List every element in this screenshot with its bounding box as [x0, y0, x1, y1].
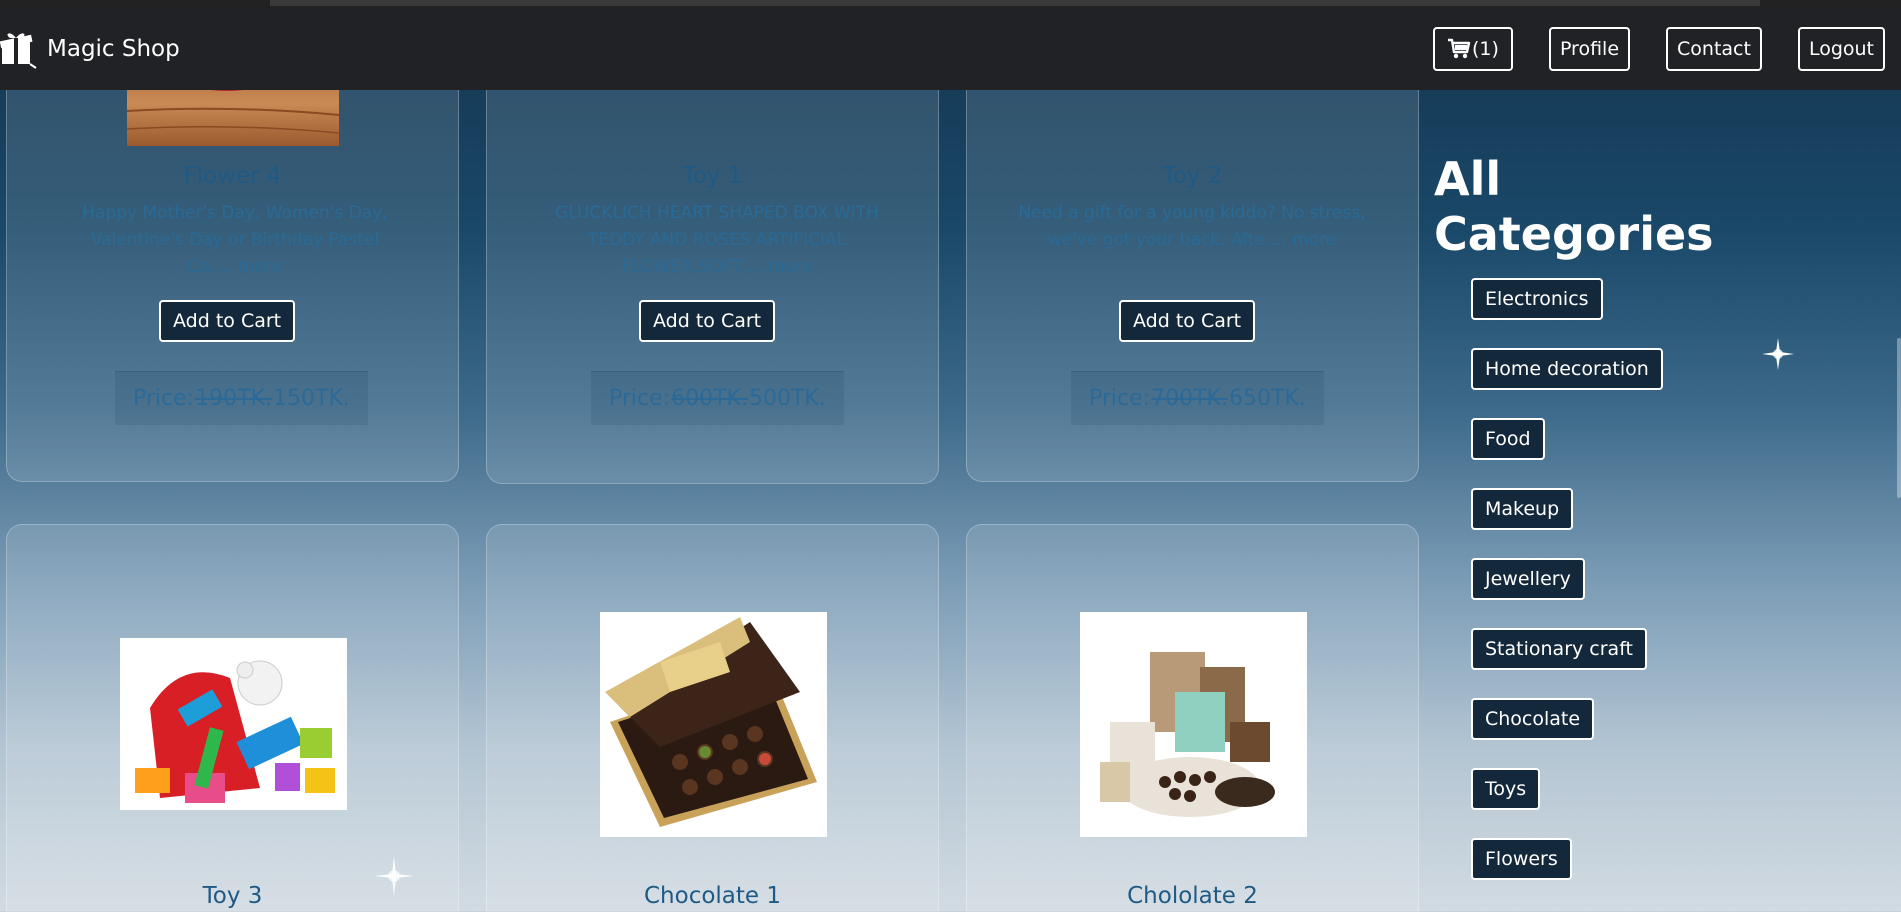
brand-name: Magic Shop: [47, 36, 180, 62]
cart-count: (1): [1472, 38, 1499, 60]
brand[interactable]: Magic Shop: [0, 28, 180, 70]
add-to-cart-button[interactable]: Add to Cart: [1119, 300, 1256, 342]
product-title: Chocolate 1: [643, 883, 782, 909]
new-price: 650TK.: [1228, 386, 1306, 411]
contact-button[interactable]: Contact: [1666, 27, 1762, 71]
product-card: Chocolate 1: [486, 524, 939, 912]
add-to-cart-button[interactable]: Add to Cart: [159, 300, 296, 342]
category-stationary-craft[interactable]: Stationary craft: [1471, 628, 1647, 670]
new-price: 150TK.: [272, 386, 350, 411]
product-card: Flower 4 Happy Mother's Day, Women's Day…: [6, 60, 459, 482]
old-price: 600TK.: [671, 386, 748, 411]
old-price: 700TK.: [1151, 386, 1228, 411]
cart-button[interactable]: (1): [1433, 27, 1513, 71]
product-card: Chololate 2: [966, 524, 1419, 912]
more-link[interactable]: more: [1292, 230, 1336, 250]
product-image: [120, 638, 347, 810]
product-image: [1080, 612, 1307, 837]
sparkle-icon: [374, 856, 414, 896]
old-price: 190TK.: [195, 386, 272, 411]
product-price: Price: 190TK. 150TK.: [115, 371, 368, 425]
category-toys[interactable]: Toys: [1471, 768, 1541, 810]
product-title: Toy 1: [682, 163, 743, 189]
more-link[interactable]: more: [768, 257, 812, 277]
cart-icon: [1448, 38, 1471, 59]
category-jewellery[interactable]: Jewellery: [1471, 558, 1585, 600]
product-description: Need a gift for a young kiddo? No stress…: [1018, 203, 1366, 250]
product-price: Price: 700TK. 650TK.: [1071, 371, 1324, 425]
categories-title: All Categories: [1434, 152, 1714, 261]
category-home-decoration[interactable]: Home decoration: [1471, 348, 1663, 390]
browser-top-strip: [0, 0, 1901, 8]
product-card: Toy 3: [6, 524, 459, 912]
category-makeup[interactable]: Makeup: [1471, 488, 1574, 530]
product-card: Toy 2 Need a gift for a young kiddo? No …: [966, 60, 1419, 482]
scrollbar[interactable]: [1893, 90, 1901, 912]
sparkle-icon: [1762, 338, 1794, 370]
product-description: Happy Mother's Day, Women's Day, Valenti…: [82, 203, 388, 277]
product-title: Toy 2: [1162, 163, 1223, 189]
product-image: [600, 612, 827, 837]
gift-logo-icon: [0, 33, 37, 69]
product-price: Price: 600TK. 500TK.: [591, 371, 844, 425]
category-flowers[interactable]: Flowers: [1471, 838, 1572, 880]
add-to-cart-button[interactable]: Add to Cart: [639, 300, 776, 342]
product-title: Chololate 2: [1127, 883, 1258, 909]
logout-button[interactable]: Logout: [1797, 27, 1885, 71]
category-electronics[interactable]: Electronics: [1471, 278, 1603, 320]
product-description: GLUCKLICH HEART SHAPED BOX WITH TEDDY AN…: [555, 203, 879, 277]
new-price: 500TK.: [748, 386, 826, 411]
more-link[interactable]: more: [238, 257, 282, 277]
category-chocolate[interactable]: Chocolate: [1471, 698, 1595, 740]
product-card: Toy 1 GLUCKLICH HEART SHAPED BOX WITH TE…: [486, 60, 939, 484]
product-title: Flower 4: [183, 163, 282, 189]
profile-button[interactable]: Profile: [1548, 27, 1631, 71]
category-food[interactable]: Food: [1471, 418, 1545, 460]
navbar: Magic Shop (1) Profile Contact Logout: [0, 8, 1901, 90]
